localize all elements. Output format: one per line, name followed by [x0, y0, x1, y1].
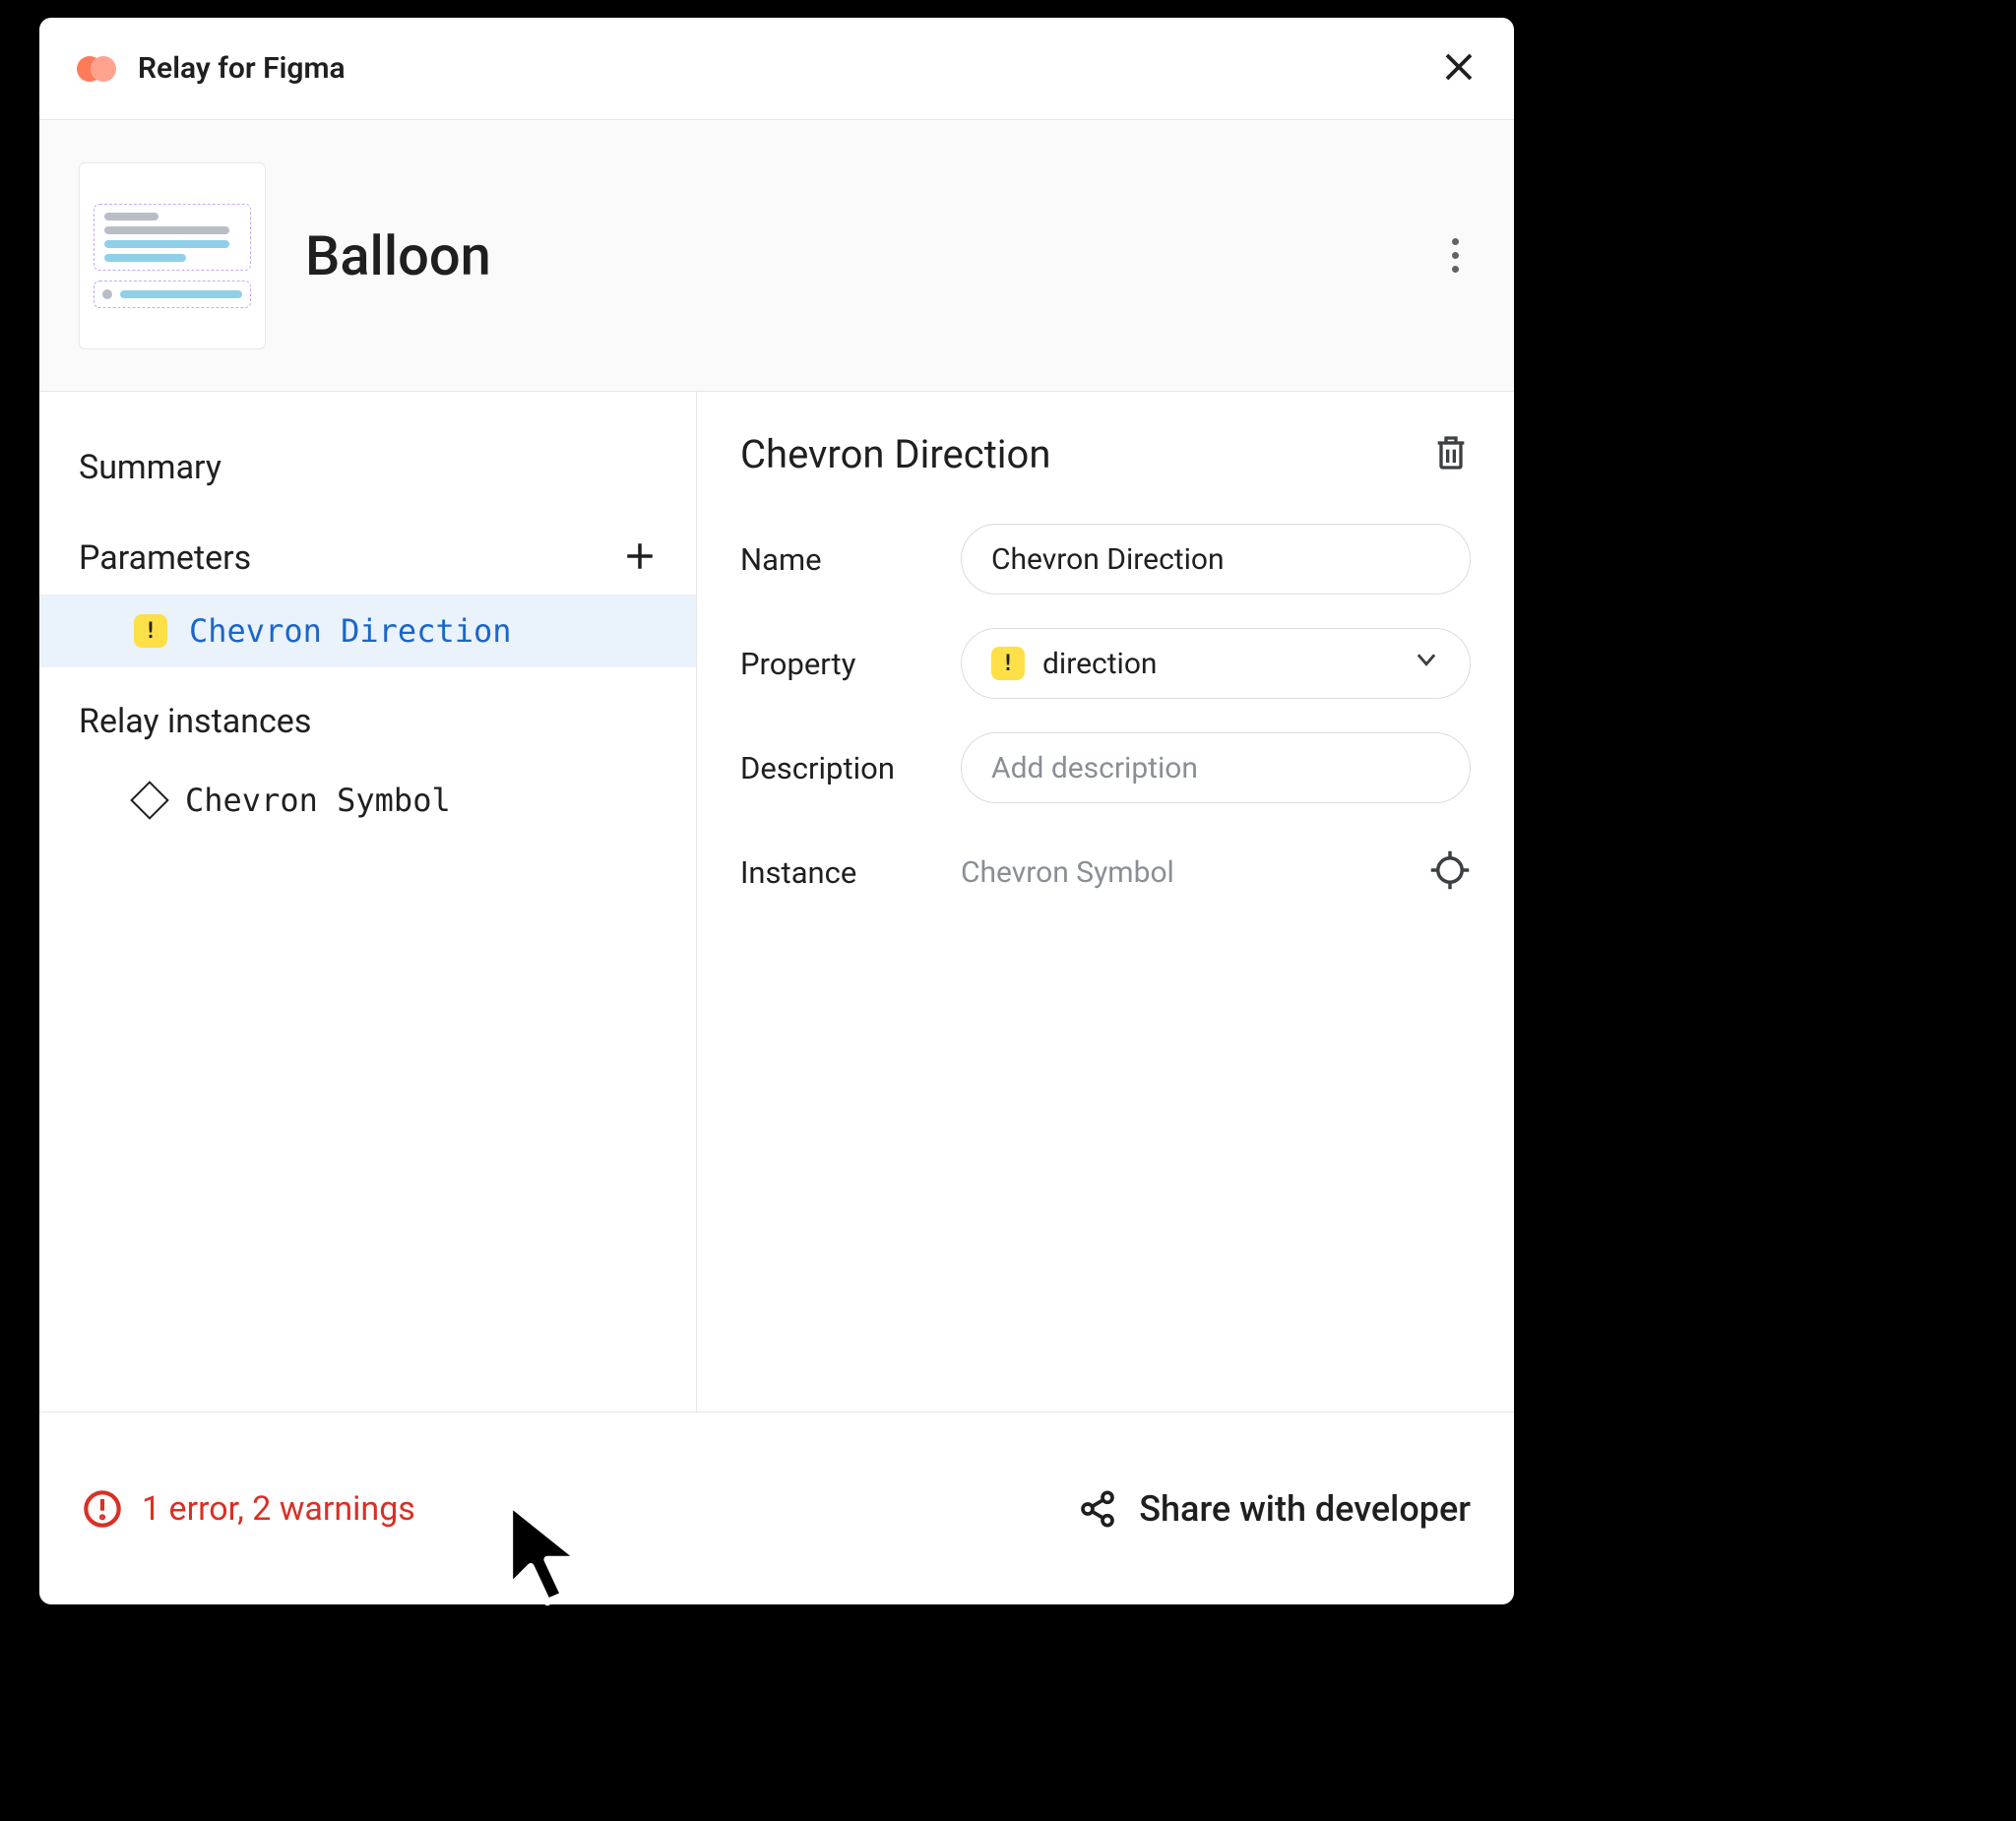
- property-value: direction: [1042, 647, 1158, 681]
- name-field-label: Name: [740, 541, 961, 578]
- name-input[interactable]: [991, 542, 1440, 577]
- trash-icon: [1431, 433, 1471, 472]
- locate-instance-button[interactable]: [1429, 849, 1471, 895]
- share-icon: [1078, 1489, 1117, 1529]
- warning-badge-icon: !: [991, 647, 1025, 680]
- parameter-item-label: Chevron Direction: [189, 612, 512, 650]
- error-icon: [83, 1489, 122, 1529]
- component-header: Balloon: [39, 120, 1514, 392]
- close-button[interactable]: [1441, 49, 1477, 89]
- component-name: Balloon: [305, 223, 491, 288]
- sidebar-parameters-heading: Parameters: [39, 522, 696, 595]
- parameter-item-chevron-direction[interactable]: ! Chevron Direction: [39, 595, 696, 667]
- description-input[interactable]: [991, 751, 1440, 785]
- description-field-label: Description: [740, 750, 961, 786]
- relay-instances-label: Relay instances: [79, 702, 311, 741]
- plus-icon: [623, 539, 657, 573]
- parameters-label: Parameters: [79, 538, 251, 578]
- sidebar-relay-instances-heading: Relay instances: [39, 685, 696, 758]
- close-icon: [1441, 49, 1477, 85]
- property-field-label: Property: [740, 646, 961, 682]
- instance-icon: [130, 781, 169, 820]
- property-select[interactable]: ! direction: [961, 628, 1471, 699]
- instance-item-chevron-symbol[interactable]: Chevron Symbol: [39, 764, 696, 837]
- description-input-wrapper: [961, 732, 1471, 803]
- name-input-wrapper: [961, 524, 1471, 595]
- more-menu-button[interactable]: [1435, 236, 1475, 276]
- chevron-down-icon: [1413, 646, 1440, 681]
- summary-label: Summary: [79, 448, 221, 487]
- warning-badge-icon: !: [134, 614, 167, 648]
- instance-field-label: Instance: [740, 854, 961, 891]
- add-parameter-button[interactable]: [623, 539, 657, 577]
- relay-panel: Relay for Figma Balloon: [39, 18, 1514, 1604]
- detail-title: Chevron Direction: [740, 431, 1050, 477]
- instance-field-value: Chevron Symbol: [961, 855, 1174, 890]
- errors-warnings-label: 1 error, 2 warnings: [142, 1489, 415, 1529]
- detail-pane: Chevron Direction Name Property ! dir: [697, 392, 1514, 1412]
- sidebar-summary-heading[interactable]: Summary: [39, 431, 696, 504]
- more-vertical-icon: [1452, 238, 1459, 245]
- errors-warnings-button[interactable]: 1 error, 2 warnings: [83, 1489, 415, 1529]
- component-thumbnail: [79, 162, 266, 349]
- titlebar: Relay for Figma: [39, 18, 1514, 120]
- sidebar: Summary Parameters ! Chevron Direction R…: [39, 392, 697, 1412]
- relay-logo-icon: [77, 53, 120, 85]
- crosshair-icon: [1429, 849, 1471, 891]
- instance-item-label: Chevron Symbol: [185, 782, 451, 819]
- footer: 1 error, 2 warnings Share with developer: [39, 1412, 1514, 1604]
- share-label: Share with developer: [1139, 1488, 1471, 1530]
- delete-parameter-button[interactable]: [1431, 433, 1471, 476]
- plugin-title: Relay for Figma: [138, 51, 346, 86]
- share-with-developer-button[interactable]: Share with developer: [1078, 1488, 1471, 1530]
